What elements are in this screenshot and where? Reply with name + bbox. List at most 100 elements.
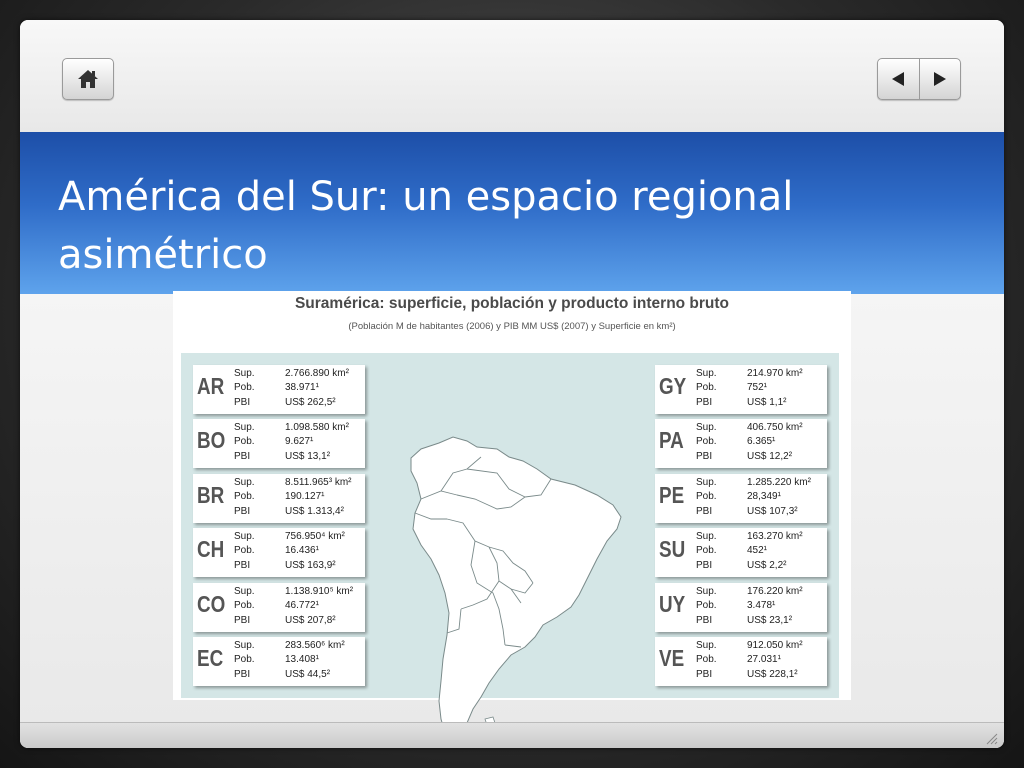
pob-value: 190.127¹: [285, 490, 325, 502]
sup-label: Sup.: [234, 585, 255, 597]
home-icon: [78, 70, 98, 88]
pbi-label: PBI: [234, 451, 251, 463]
sup-value: 283.560⁶ km²: [285, 640, 345, 651]
pob-label: Pob.: [234, 382, 255, 393]
sup-value: 1.285.220 km²: [747, 476, 811, 488]
sup-value: 1.138.910⁵ km²: [285, 585, 354, 597]
sup-value: 912.050 km²: [747, 640, 803, 651]
prev-next-buttons: [877, 58, 961, 100]
pbi-value: US$ 23,1²: [747, 614, 793, 626]
triangle-left-icon: [892, 72, 905, 86]
pbi-value: US$ 262,5²: [285, 397, 336, 408]
map-panel: AR Sup. Pob. PBI 2.766.890 km² 38.971¹ US$ 262…: [181, 353, 839, 742]
country-card-ec: EC Sup. Pob. PBI 283.560⁶ km² 13.408¹ US$ 44,5…: [193, 637, 365, 686]
sup-label: Sup.: [696, 585, 717, 597]
resize-grip-icon[interactable]: [984, 731, 998, 745]
sup-value: 756.950⁴ km²: [285, 531, 345, 543]
pob-value: 46.772¹: [285, 599, 319, 611]
pob-value: 27.031¹: [747, 654, 781, 665]
bottom-bar: [20, 722, 1004, 748]
pbi-value: US$ 13,1²: [285, 451, 331, 463]
figure-image: Suramérica: superficie, población y prod…: [173, 291, 851, 742]
sup-label: Sup.: [696, 422, 717, 434]
home-button[interactable]: [62, 58, 114, 100]
sup-label: Sup.: [696, 640, 717, 651]
pbi-value: US$ 163,9²: [285, 560, 336, 572]
pob-label: Pob.: [696, 382, 717, 393]
figure-subtitle: (Población M de habitantes (2006) y PIB …: [348, 321, 676, 332]
sup-value: 214.970 km²: [747, 368, 803, 379]
pbi-label: PBI: [234, 505, 251, 517]
sup-label: Sup.: [696, 368, 717, 379]
pbi-value: US$ 228,1²: [747, 669, 798, 680]
sup-label: Sup.: [696, 476, 717, 488]
title-banner: América del Sur: un espacio regional asi…: [20, 132, 1004, 294]
sup-label: Sup.: [234, 368, 255, 379]
pob-value: 38.971¹: [285, 382, 319, 393]
country-card-ve: VE Sup. Pob. PBI 912.050 km² 27.031¹ US$ 228,1…: [655, 637, 827, 686]
sup-label: Sup.: [696, 531, 717, 543]
sup-value: 2.766.890 km²: [285, 368, 349, 379]
country-code: EC: [197, 645, 224, 671]
country-code: PA: [659, 427, 684, 454]
country-card-bo: BO Sup. Pob. PBI 1.098.580 km² 9.627¹ US$ 13,1…: [193, 419, 365, 469]
country-code: GY: [659, 373, 687, 399]
sup-label: Sup.: [234, 422, 255, 434]
pbi-label: PBI: [234, 669, 251, 680]
country-card-uy: UY Sup. Pob. PBI 176.220 km² 3.478¹ US$ 23,1²: [655, 582, 827, 632]
sup-label: Sup.: [234, 640, 255, 651]
pob-value: 752¹: [747, 382, 768, 393]
pbi-label: PBI: [696, 669, 713, 680]
pob-label: Pob.: [696, 490, 717, 502]
pob-label: Pob.: [696, 545, 717, 557]
sup-value: 1.098.580 km²: [285, 422, 349, 434]
country-code: CO: [197, 590, 226, 617]
pbi-label: PBI: [234, 560, 251, 572]
country-card-pa: PA Sup. Pob. PBI 406.750 km² 6.365¹ US$ 12,2²: [655, 419, 827, 469]
country-code: UY: [659, 590, 686, 617]
sup-value: 176.220 km²: [747, 585, 803, 597]
sup-value: 163.270 km²: [747, 531, 803, 543]
pob-value: 16.436¹: [285, 545, 319, 557]
pbi-value: US$ 2,2²: [747, 560, 787, 572]
pbi-label: PBI: [696, 397, 713, 408]
pob-label: Pob.: [234, 545, 255, 557]
sup-value: 406.750 km²: [747, 422, 803, 434]
country-card-co: CO Sup. Pob. PBI 1.138.910⁵ km² 46.772¹ US$ 20…: [193, 582, 365, 632]
pob-value: 13.408¹: [285, 654, 319, 665]
country-code: AR: [197, 373, 225, 399]
slide-title: América del Sur: un espacio regional asi…: [58, 174, 794, 278]
pbi-label: PBI: [696, 560, 713, 572]
pbi-value: US$ 1.313,4²: [285, 505, 344, 517]
pob-label: Pob.: [234, 436, 255, 448]
pob-value: 28,349¹: [747, 490, 781, 502]
country-code: CH: [197, 536, 225, 563]
south-america-landmass: [410, 436, 622, 742]
country-card-pe: PE Sup. Pob. PBI 1.285.220 km² 28,349¹ US$ 107…: [655, 473, 827, 523]
country-card-ch: CH Sup. Pob. PBI 756.950⁴ km² 16.436¹ US$ 163,…: [193, 528, 365, 578]
country-code: VE: [659, 645, 685, 671]
pob-label: Pob.: [234, 654, 255, 665]
sup-label: Sup.: [234, 476, 255, 488]
slide: América del Sur: un espacio regional asi…: [20, 20, 1004, 748]
sup-value: 8.511.965³ km²: [285, 476, 352, 488]
country-card-ar: AR Sup. Pob. PBI 2.766.890 km² 38.971¹ US$ 262…: [193, 365, 365, 414]
pbi-label: PBI: [696, 614, 713, 626]
south-america-map: [410, 436, 622, 742]
country-card-br: BR Sup. Pob. PBI 8.511.965³ km² 190.127¹ US$ 1…: [193, 473, 365, 523]
pbi-label: PBI: [696, 451, 713, 463]
triangle-right-icon: [933, 72, 946, 86]
pbi-value: US$ 207,8²: [285, 614, 336, 626]
next-button[interactable]: [920, 59, 961, 99]
country-code: BR: [197, 481, 225, 508]
pob-label: Pob.: [696, 436, 717, 448]
previous-button[interactable]: [878, 59, 919, 99]
country-code: PE: [659, 481, 685, 508]
pob-value: 9.627¹: [285, 436, 314, 448]
pbi-value: US$ 107,3²: [747, 505, 798, 517]
pob-value: 452¹: [747, 545, 768, 557]
pob-label: Pob.: [234, 490, 255, 502]
country-card-gy: GY Sup. Pob. PBI 214.970 km² 752¹ US$ 1,1²: [655, 365, 827, 414]
pbi-value: US$ 44,5²: [285, 669, 331, 680]
pbi-value: US$ 1,1²: [747, 397, 787, 408]
